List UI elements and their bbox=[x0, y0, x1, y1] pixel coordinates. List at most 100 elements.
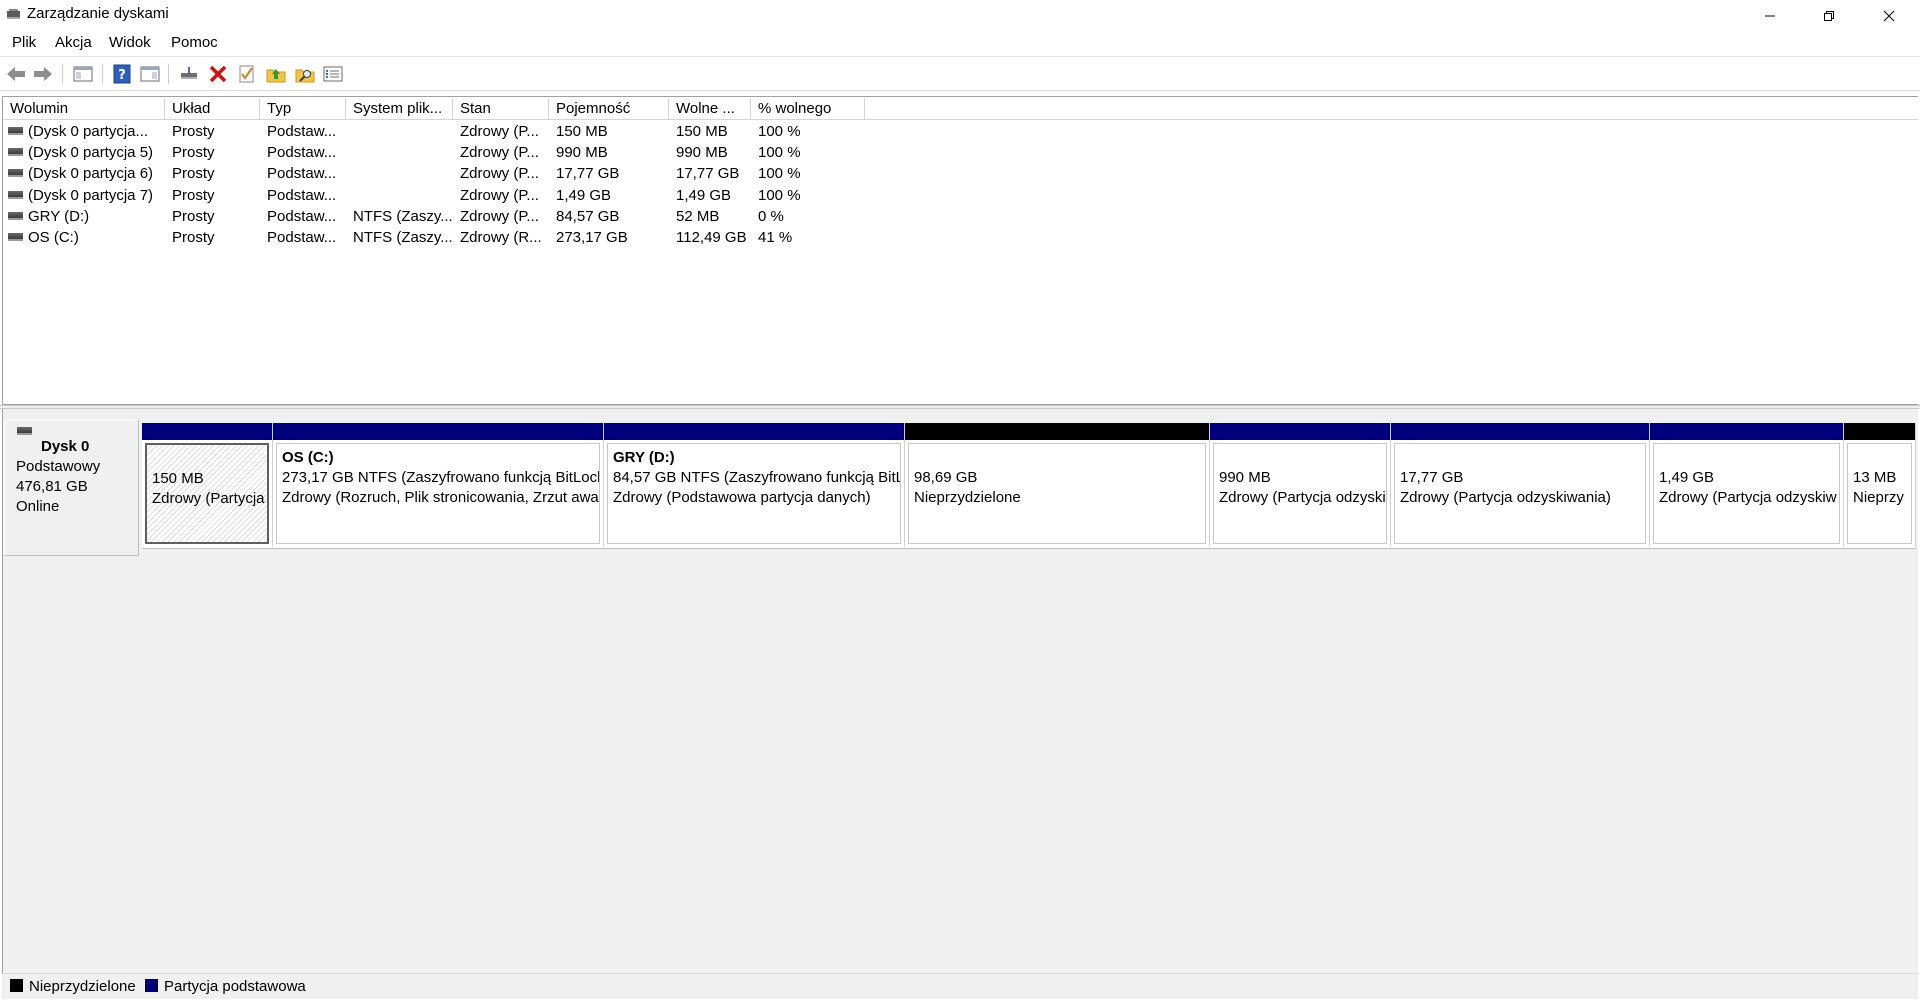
cell-wolne: 150 MB bbox=[676, 123, 728, 140]
svg-text:?: ? bbox=[118, 68, 126, 83]
partition-block[interactable]: OS (C:) 273,17 GB NTFS (Zaszyfrowano funk… bbox=[273, 423, 604, 547]
menu-akcja[interactable]: Akcja bbox=[55, 34, 92, 51]
column-header-uklad[interactable]: Układ bbox=[165, 98, 260, 120]
cell-uklad: Prosty bbox=[172, 186, 215, 204]
cell-typ: Podstaw... bbox=[267, 229, 337, 246]
table-row[interactable]: OS (C:) Prosty Podstaw... NTFS (Zaszy... Zdr… bbox=[3, 227, 1918, 248]
cell-system-plikow: NTFS (Zaszy... bbox=[353, 229, 453, 246]
partition-block[interactable]: 150 MB Zdrowy (Partycja bbox=[142, 423, 273, 547]
legend-swatch-primary bbox=[145, 979, 158, 992]
partition-block[interactable]: 13 MB Nieprzy bbox=[1844, 423, 1916, 547]
forward-arrow-icon bbox=[34, 67, 52, 81]
partition-block[interactable]: 1,49 GB Zdrowy (Partycja odzyskiw bbox=[1650, 423, 1844, 547]
toolbar-separator bbox=[62, 64, 63, 84]
connect-drive-button[interactable] bbox=[178, 63, 200, 85]
folder-up-button[interactable] bbox=[265, 63, 287, 85]
list-view-button[interactable] bbox=[322, 63, 344, 85]
menu-widok[interactable]: Widok bbox=[109, 34, 151, 51]
properties-button[interactable] bbox=[236, 63, 258, 85]
cell-uklad: Prosty bbox=[172, 144, 215, 162]
cell-wolumin: (Dysk 0 partycja 5) bbox=[28, 144, 154, 162]
console-tree-icon bbox=[73, 66, 93, 82]
partition-color-bar bbox=[905, 423, 1209, 440]
menu-pomoc[interactable]: Pomoc bbox=[171, 34, 218, 51]
show-hide-pane-icon bbox=[140, 66, 160, 82]
connect-drive-icon bbox=[181, 67, 197, 79]
partition-size: 990 MB bbox=[1219, 469, 1271, 486]
column-header-stan[interactable]: Stan bbox=[453, 98, 549, 120]
title-bar: Zarządzanie dyskami bbox=[0, 0, 1920, 31]
help-icon: ? bbox=[113, 64, 131, 84]
volume-icon bbox=[8, 233, 23, 241]
column-header-procent-wolnego[interactable]: % wolnego bbox=[751, 98, 865, 120]
cell-uklad: Prosty bbox=[172, 207, 215, 225]
partition-color-bar bbox=[1650, 423, 1843, 440]
folder-search-icon bbox=[295, 69, 315, 83]
partition-body: 150 MB Zdrowy (Partycja bbox=[145, 443, 269, 544]
legend-swatch-unallocated bbox=[10, 979, 23, 992]
close-icon bbox=[1883, 10, 1895, 21]
cell-system-plikow bbox=[346, 163, 453, 184]
partition-block[interactable]: 17,77 GB Zdrowy (Partycja odzyskiwania) bbox=[1391, 423, 1650, 547]
list-view-icon bbox=[323, 66, 343, 82]
cell-wolne: 112,49 GB bbox=[676, 229, 747, 246]
disk-0-info[interactable]: Dysk 0 Podstawowy 476,81 GB Online bbox=[4, 420, 139, 556]
forward-button[interactable] bbox=[32, 63, 54, 85]
delete-button[interactable] bbox=[207, 63, 229, 85]
partition-block[interactable]: GRY (D:) 84,57 GB NTFS (Zaszyfrowano funk… bbox=[604, 423, 905, 547]
cell-procent-wolnego: 100 % bbox=[758, 186, 801, 204]
partition-block[interactable]: 990 MB Zdrowy (Partycja odzyski bbox=[1210, 423, 1391, 547]
partition-color-bar bbox=[1844, 423, 1915, 440]
folder-search-button[interactable] bbox=[294, 63, 316, 85]
column-header-system-plikow[interactable]: System plik... bbox=[346, 98, 453, 120]
minimize-button[interactable] bbox=[1741, 0, 1799, 31]
partition-size: 17,77 GB bbox=[1400, 469, 1464, 486]
disk-name: Dysk 0 bbox=[41, 438, 90, 455]
show-hide-pane-button[interactable] bbox=[139, 63, 161, 85]
cell-typ: Podstaw... bbox=[267, 144, 337, 162]
partition-body: GRY (D:) 84,57 GB NTFS (Zaszyfrowano funk… bbox=[607, 443, 901, 544]
toolbar-separator bbox=[168, 64, 169, 84]
cell-pojemnosc: 84,57 GB bbox=[556, 207, 620, 225]
cell-procent-wolnego: 41 % bbox=[758, 229, 793, 246]
cell-wolne: 1,49 GB bbox=[676, 186, 732, 204]
volume-list[interactable]: Wolumin Układ Typ System plik... Stan Po… bbox=[2, 96, 1918, 405]
cell-uklad: Prosty bbox=[172, 123, 215, 140]
back-button[interactable] bbox=[5, 63, 27, 85]
properties-check-icon bbox=[239, 65, 254, 83]
partition-block[interactable]: 98,69 GB Nieprzydzielone bbox=[905, 423, 1210, 547]
cell-stan: Zdrowy (P... bbox=[460, 123, 539, 140]
table-row[interactable]: GRY (D:) Prosty Podstaw... NTFS (Zaszy... Zd… bbox=[3, 206, 1918, 227]
partition-status: Zdrowy (Rozruch, Plik stronicowania, Zrz… bbox=[282, 489, 599, 506]
table-row[interactable]: (Dysk 0 partycja 5) Prosty Podstaw... Zdrow… bbox=[3, 142, 1918, 163]
partition-color-bar bbox=[1210, 423, 1390, 440]
help-button[interactable]: ? bbox=[111, 63, 133, 85]
table-row[interactable]: (Dysk 0 partycja 6) Prosty Podstaw... Zdrow… bbox=[3, 163, 1918, 184]
partition-size: 13 MB bbox=[1853, 469, 1897, 486]
partition-size: 84,57 GB NTFS (Zaszyfrowano funkcją BitL bbox=[613, 469, 901, 486]
column-header-wolne[interactable]: Wolne ... bbox=[669, 98, 751, 120]
cell-stan: Zdrowy (R... bbox=[460, 229, 542, 246]
disk-size: 476,81 GB bbox=[16, 478, 88, 495]
column-header-wolumin[interactable]: Wolumin bbox=[3, 98, 165, 120]
partition-body: OS (C:) 273,17 GB NTFS (Zaszyfrowano funk… bbox=[276, 443, 600, 544]
window-title: Zarządzanie dyskami bbox=[27, 5, 169, 22]
console-tree-button[interactable] bbox=[72, 63, 94, 85]
partition-status: Zdrowy (Podstawowa partycja danych) bbox=[613, 489, 871, 506]
table-row[interactable]: (Dysk 0 partycja 7) Prosty Podstaw... Zdrow… bbox=[3, 185, 1918, 206]
cell-wolumin: (Dysk 0 partycja 7) bbox=[28, 186, 154, 204]
partition-size: 98,69 GB bbox=[914, 469, 978, 486]
column-header-pojemnosc[interactable]: Pojemność bbox=[549, 98, 669, 120]
close-button[interactable] bbox=[1860, 0, 1918, 31]
column-header-typ[interactable]: Typ bbox=[260, 98, 346, 120]
partition-size: 273,17 GB NTFS (Zaszyfrowano funkcją Bit… bbox=[282, 469, 600, 486]
restore-button[interactable] bbox=[1800, 0, 1858, 31]
disk-graphical-view: Dysk 0 Podstawowy 476,81 GB Online 150 M… bbox=[2, 409, 1918, 973]
volume-icon bbox=[8, 148, 23, 157]
toolbar: ? bbox=[0, 56, 1920, 91]
cell-stan: Zdrowy (P... bbox=[460, 165, 539, 183]
menu-plik[interactable]: Plik bbox=[12, 34, 36, 51]
volume-icon bbox=[8, 211, 23, 220]
table-row[interactable]: (Dysk 0 partycja... Prosty Podstaw... Zdrow… bbox=[3, 121, 1918, 142]
cell-wolumin: (Dysk 0 partycja... bbox=[28, 123, 149, 140]
